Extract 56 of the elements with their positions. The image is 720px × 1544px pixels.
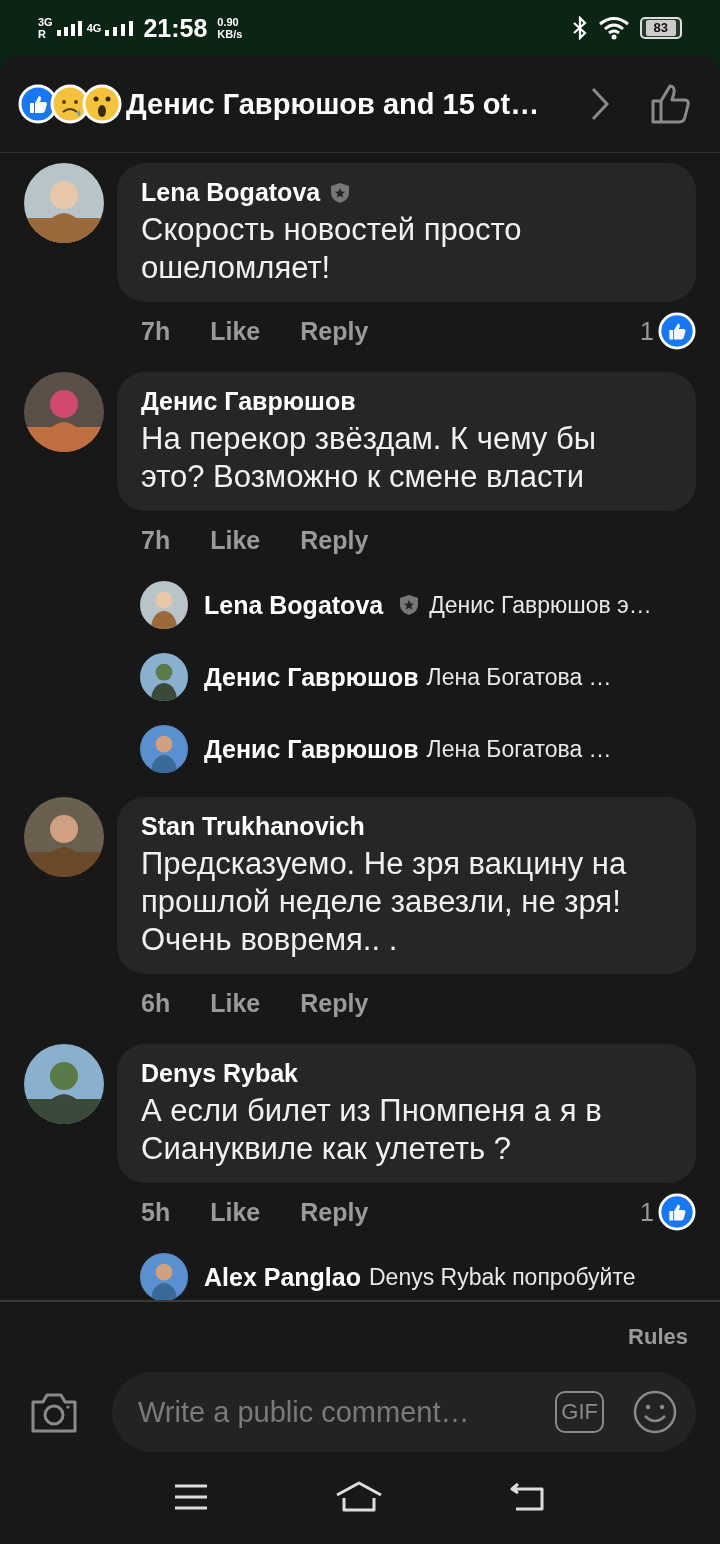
comment-time: 7h xyxy=(141,525,171,555)
signal-icon xyxy=(105,20,134,36)
comment-text: Предсказуемо. Не зря вакцину на прошлой неделе завезли, не зря! Очень вовремя.. . xyxy=(141,845,628,959)
clock: 21:58 xyxy=(143,13,208,43)
like-reaction-icon[interactable] xyxy=(658,312,696,350)
emoji-icon[interactable] xyxy=(632,1389,678,1435)
chevron-right-icon[interactable] xyxy=(590,86,610,122)
reply-author[interactable]: Денис Гаврюшов xyxy=(204,734,419,764)
roaming-label: R xyxy=(38,28,47,40)
signal-icon xyxy=(56,20,83,36)
comment-field[interactable]: Write a public comment… GIF xyxy=(112,1372,696,1452)
reply-preview: Denys Rybak попробуйте xyxy=(369,1263,636,1291)
comment-time: 5h xyxy=(141,1197,171,1227)
gif-button[interactable]: GIF xyxy=(555,1391,604,1433)
comment-time: 7h xyxy=(141,316,171,346)
author-name[interactable]: Lena Bogatova xyxy=(141,178,321,207)
thumbs-up-icon[interactable] xyxy=(650,83,692,125)
author-name[interactable]: Stan Trukhanovich xyxy=(141,812,365,841)
author-name[interactable]: Denys Rybak xyxy=(141,1059,299,1088)
reaction-count: 1 xyxy=(640,1197,654,1227)
reply-link[interactable]: Reply xyxy=(300,1197,369,1227)
menu-icon[interactable] xyxy=(173,1483,208,1511)
battery-icon: 83 xyxy=(639,17,682,39)
reply-link[interactable]: Reply xyxy=(300,988,369,1018)
author-name[interactable]: Денис Гаврюшов xyxy=(141,387,356,416)
like-link[interactable]: Like xyxy=(210,316,261,346)
reactions-title[interactable]: Денис Гаврюшов and 15 ot… xyxy=(126,87,540,121)
like-reaction-icon[interactable] xyxy=(658,1193,696,1231)
wow-reaction-icon xyxy=(82,84,122,124)
comment-time: 6h xyxy=(141,988,171,1018)
home-icon[interactable] xyxy=(335,1481,383,1513)
reaction-count: 1 xyxy=(640,316,654,346)
back-icon[interactable] xyxy=(510,1482,547,1512)
like-link[interactable]: Like xyxy=(210,1197,261,1227)
reply-preview: Лена Богатова … xyxy=(426,735,612,763)
rules-link[interactable]: Rules xyxy=(628,1324,688,1350)
reply-link[interactable]: Reply xyxy=(300,525,369,555)
reply-preview: Лена Богатова … xyxy=(426,663,612,691)
reply-author[interactable]: Alex Panglao xyxy=(204,1262,361,1292)
bluetooth-icon xyxy=(571,16,588,40)
shield-star-icon xyxy=(330,181,351,204)
reply-preview: Денис Гаврюшов э… xyxy=(429,591,652,619)
shield-star-icon xyxy=(399,594,420,616)
comment-text: На перекор звёздам. К чему бы это? Возможно к смене власти xyxy=(141,420,597,496)
network-label: 3G xyxy=(38,16,53,28)
comment-text: А если билет из Пномпеня а я в Сиануквиле как улететь ? xyxy=(141,1092,603,1168)
wifi-icon xyxy=(597,16,630,40)
network-label: 4G xyxy=(86,22,102,34)
speed-value: 0.90 xyxy=(217,16,240,28)
like-link[interactable]: Like xyxy=(210,988,261,1018)
like-link[interactable]: Like xyxy=(210,525,261,555)
reply-author[interactable]: Lena Bogatova xyxy=(204,590,384,620)
speed-unit: KB/s xyxy=(217,28,243,40)
reply-author[interactable]: Денис Гаврюшов xyxy=(204,662,419,692)
comment-text: Скорость новостей просто ошеломляет! xyxy=(141,211,523,287)
reply-link[interactable]: Reply xyxy=(300,316,369,346)
